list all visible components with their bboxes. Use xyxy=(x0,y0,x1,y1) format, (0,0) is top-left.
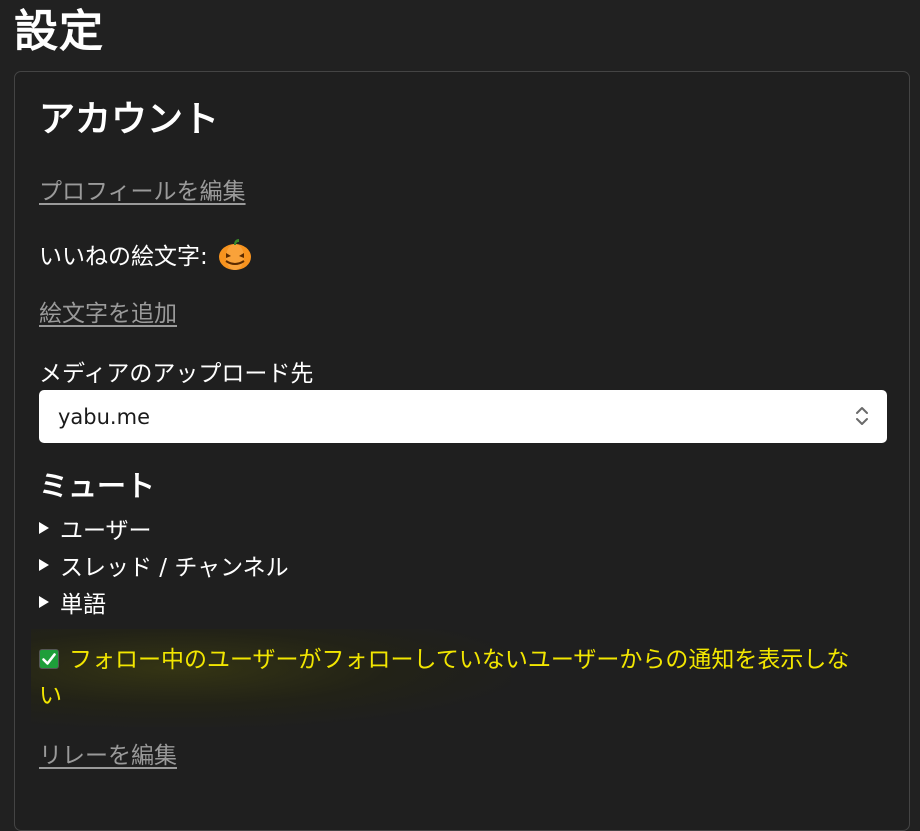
edit-profile-link[interactable]: プロフィールを編集 xyxy=(39,172,246,206)
disclosure-triangle-icon xyxy=(39,595,49,608)
media-upload-select[interactable]: yabu.me xyxy=(39,390,887,443)
account-section-title: アカウント xyxy=(39,99,220,140)
page-title: 設定 xyxy=(14,6,104,57)
media-upload-selected-value: yabu.me xyxy=(58,404,150,429)
notification-filter-row: フォロー中のユーザーがフォローしていないユーザーからの通知を表示しな い xyxy=(31,629,891,727)
chevron-up-down-icon xyxy=(855,404,869,428)
mute-item-threads-channels[interactable]: スレッド / チャンネル xyxy=(39,546,289,583)
mute-item-users[interactable]: ユーザー xyxy=(39,509,289,546)
settings-panel: アカウント プロフィールを編集 いいねの絵文字: 絵文字を追加 メディアのアップ… xyxy=(14,71,910,831)
mute-section-title: ミュート xyxy=(39,469,156,503)
notification-filter-label-continued[interactable]: い xyxy=(39,679,891,713)
mute-list: ユーザー スレッド / チャンネル 単語 xyxy=(39,509,289,620)
reaction-emoji-label: いいねの絵文字: xyxy=(39,244,208,270)
add-emoji-link[interactable]: 絵文字を追加 xyxy=(39,294,177,328)
media-upload-label: メディアのアップロード先 xyxy=(39,361,314,387)
mute-item-label: スレッド / チャンネル xyxy=(60,554,289,581)
mute-item-label: 単語 xyxy=(60,591,106,618)
mute-item-words[interactable]: 単語 xyxy=(39,583,289,620)
notification-filter-label[interactable]: フォロー中のユーザーがフォローしていないユーザーからの通知を表示しな xyxy=(39,641,891,679)
jack-o-lantern-icon xyxy=(218,237,252,271)
reaction-emoji-row: いいねの絵文字: xyxy=(39,234,252,274)
disclosure-triangle-icon xyxy=(39,558,49,571)
edit-relays-link[interactable]: リレーを編集 xyxy=(39,736,177,770)
disclosure-triangle-icon xyxy=(39,521,49,534)
mute-item-label: ユーザー xyxy=(60,517,152,544)
